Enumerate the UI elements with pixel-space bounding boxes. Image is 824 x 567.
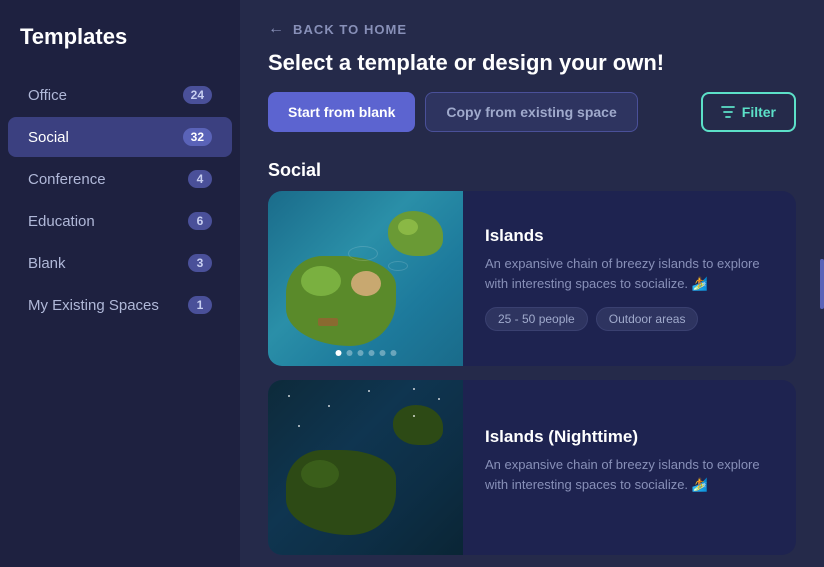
scroll-indicator [820,259,824,309]
sidebar-item-my-existing[interactable]: My Existing Spaces 1 [8,285,232,325]
sidebar: Templates Office 24 Social 32 Conference… [0,0,240,567]
template-card-islands-night[interactable]: Islands (Nighttime) An expansive chain o… [268,380,796,555]
card-title-islands: Islands [485,226,774,246]
card-content-islands-night: Islands (Nighttime) An expansive chain o… [463,380,796,555]
start-blank-button[interactable]: Start from blank [268,92,415,132]
action-bar: Start from blank Copy from existing spac… [268,92,796,132]
card-tags-islands: 25 - 50 people Outdoor areas [485,307,774,331]
sidebar-item-office-label: Office [28,87,67,104]
back-arrow-icon: ← [268,20,285,38]
dot-2 [346,350,352,356]
card-content-islands: Islands An expansive chain of breezy isl… [463,191,796,366]
sidebar-item-education-label: Education [28,213,95,230]
filter-button[interactable]: Filter [701,92,796,132]
main-header: ← BACK TO HOME Select a template or desi… [240,0,824,152]
cards-area: Islands An expansive chain of breezy isl… [240,191,824,567]
sidebar-item-blank-label: Blank [28,255,66,272]
tag-people-islands: 25 - 50 people [485,307,588,331]
sidebar-item-my-existing-count: 1 [188,296,212,314]
main-content: ← BACK TO HOME Select a template or desi… [240,0,824,567]
page-title: Select a template or design your own! [268,50,796,76]
sidebar-item-social[interactable]: Social 32 [8,117,232,157]
sidebar-item-blank-count: 3 [188,254,212,272]
card-dots-islands [335,350,396,356]
dot-5 [379,350,385,356]
sidebar-item-office[interactable]: Office 24 [8,75,232,115]
back-link-label: BACK TO HOME [293,22,407,37]
card-desc-islands: An expansive chain of breezy islands to … [485,254,774,293]
copy-existing-button[interactable]: Copy from existing space [425,92,637,132]
sidebar-item-education[interactable]: Education 6 [8,201,232,241]
sidebar-item-education-count: 6 [188,212,212,230]
sidebar-item-office-count: 24 [183,86,212,104]
card-image-islands [268,191,463,366]
sidebar-title: Templates [0,24,240,74]
template-card-islands[interactable]: Islands An expansive chain of breezy isl… [268,191,796,366]
sidebar-item-conference-count: 4 [188,170,212,188]
dot-4 [368,350,374,356]
dot-3 [357,350,363,356]
card-title-islands-night: Islands (Nighttime) [485,427,774,447]
sidebar-item-blank[interactable]: Blank 3 [8,243,232,283]
filter-label: Filter [742,104,776,120]
card-desc-islands-night: An expansive chain of breezy islands to … [485,455,774,494]
dot-1 [335,350,341,356]
section-heading: Social [240,152,824,191]
sidebar-item-conference[interactable]: Conference 4 [8,159,232,199]
tag-outdoor-islands: Outdoor areas [596,307,699,331]
card-image-islands-night [268,380,463,555]
sidebar-item-social-label: Social [28,129,69,146]
dot-6 [390,350,396,356]
sidebar-item-conference-label: Conference [28,171,106,188]
sidebar-item-social-count: 32 [183,128,212,146]
sidebar-item-my-existing-label: My Existing Spaces [28,297,159,314]
filter-icon [721,105,735,119]
back-link[interactable]: ← BACK TO HOME [268,20,796,38]
